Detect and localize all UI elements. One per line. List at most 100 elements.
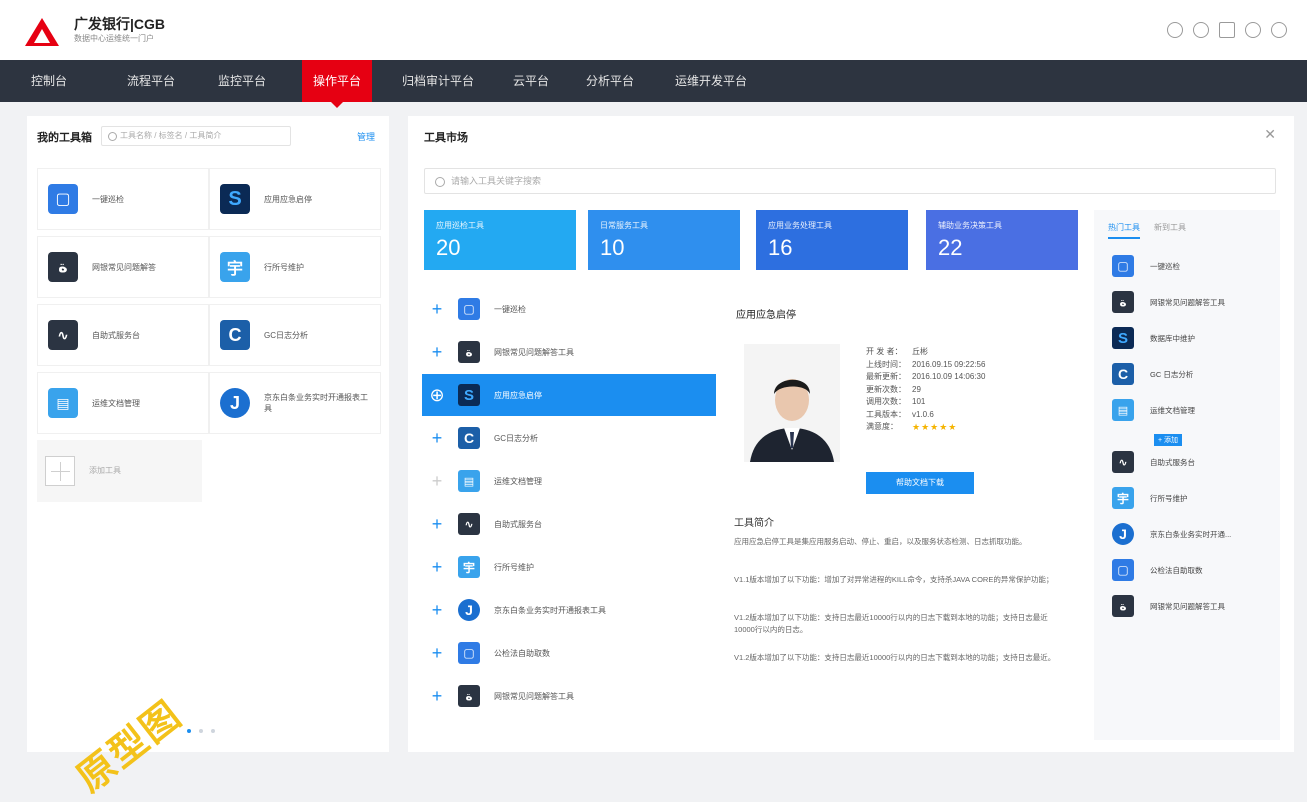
list-item-selected[interactable]: ⊕ S 应用应急启停: [422, 374, 716, 416]
add-icon[interactable]: +: [426, 299, 448, 320]
tool-card[interactable]: C GC日志分析: [209, 304, 381, 366]
detail-title: 应用应急启停: [736, 310, 796, 321]
tool-card[interactable]: ▤ 运维文档管理: [37, 372, 209, 434]
swirl-icon: ة: [48, 252, 78, 282]
user-icon[interactable]: [1271, 22, 1287, 38]
list-item[interactable]: + 宇 行所号维护: [422, 546, 716, 588]
c-logo-icon: C: [458, 427, 480, 449]
pagination-dots[interactable]: [187, 729, 215, 733]
meta-value: 2016.10.09 14:06:30: [912, 372, 986, 381]
add-tool-button[interactable]: 添加工具: [37, 440, 202, 502]
side-tool-item[interactable]: ▤ 运维文档管理: [1112, 396, 1272, 424]
add-icon[interactable]: +: [426, 600, 448, 621]
side-tool-item[interactable]: C GC 日志分析: [1112, 360, 1272, 388]
add-icon[interactable]: +: [426, 686, 448, 707]
add-icon[interactable]: +: [426, 428, 448, 449]
list-item[interactable]: + ▢ 一键巡检: [422, 288, 716, 330]
tool-card[interactable]: 宇 行所号维护: [209, 236, 381, 298]
side-tool-item[interactable]: ة 网银常见问题解答工具: [1112, 592, 1272, 620]
side-tool-label: 行所号维护: [1150, 493, 1188, 503]
list-item[interactable]: + C GC日志分析: [422, 417, 716, 459]
tool-label: 自助式服务台: [92, 330, 140, 340]
monitor-icon: ▢: [458, 642, 480, 664]
market-title: 工具市场: [424, 132, 468, 144]
side-tool-item[interactable]: ▢ 一键巡检: [1112, 252, 1272, 280]
toolbox-search-input[interactable]: 工具名称 / 标签名 / 工具简介: [101, 126, 291, 146]
side-tool-item[interactable]: ة 网银常见问题解答工具: [1112, 288, 1272, 316]
nav-item-cloud[interactable]: 云平台: [506, 60, 556, 102]
market-search-input[interactable]: 请输入工具关键字搜索: [424, 168, 1276, 194]
s-logo-icon: S: [1112, 327, 1134, 349]
rating-stars-icon: ★★★★★: [912, 422, 958, 432]
add-icon[interactable]: +: [426, 643, 448, 664]
close-icon[interactable]: ✕: [1264, 126, 1276, 143]
side-tool-label: 自助式服务台: [1150, 457, 1195, 467]
add-icon[interactable]: ⊕: [426, 385, 448, 406]
add-icon[interactable]: +: [426, 514, 448, 535]
stat-card[interactable]: 日常服务工具 10: [588, 210, 740, 270]
tool-card[interactable]: S 应用应急启停: [209, 168, 381, 230]
intro-paragraph: V1.1版本增加了以下功能：增加了对异常进程的KILL命令，支持杀JAVA CO…: [734, 575, 1054, 584]
pulse-icon: ∿: [458, 513, 480, 535]
tab-new[interactable]: 新到工具: [1154, 222, 1186, 239]
manage-link[interactable]: 管理: [357, 130, 375, 143]
tool-label: 应用应急启停: [264, 194, 312, 204]
list-item-label: 网银常见问题解答工具: [494, 347, 574, 357]
page-dot[interactable]: [199, 729, 203, 733]
stat-card[interactable]: 辅助业务决策工具 22: [926, 210, 1078, 270]
nav-item-operation[interactable]: 操作平台: [302, 60, 372, 108]
list-item-label: 一键巡检: [494, 304, 526, 314]
stat-value: 20: [436, 235, 461, 260]
nav-item-audit[interactable]: 归档审计平台: [398, 60, 478, 102]
nav-item-analysis[interactable]: 分析平台: [580, 60, 640, 102]
list-item[interactable]: + ▤ 运维文档管理: [422, 460, 716, 502]
download-doc-button[interactable]: 帮助文档下载: [866, 472, 974, 494]
tool-label: 网银常见问题解答: [92, 262, 156, 272]
nav-item-process[interactable]: 流程平台: [116, 60, 186, 102]
nav-item-devops[interactable]: 运维开发平台: [666, 60, 756, 102]
help-icon[interactable]: [1167, 22, 1183, 38]
document-icon: ▤: [48, 388, 78, 418]
add-icon[interactable]: +: [426, 557, 448, 578]
j-logo-icon: J: [1112, 523, 1134, 545]
list-item[interactable]: + ▢ 公检法自助取数: [422, 632, 716, 674]
stat-card[interactable]: 应用业务处理工具 16: [756, 210, 908, 270]
list-item[interactable]: + ة 网银常见问题解答工具: [422, 675, 716, 717]
monitor-icon: ▢: [1112, 559, 1134, 581]
brand-subtitle: 数据中心运维统一门户: [74, 34, 154, 43]
side-tool-item[interactable]: 宇 行所号维护: [1112, 484, 1272, 512]
side-tool-item[interactable]: ∿ 自助式服务台: [1112, 448, 1272, 476]
list-item[interactable]: + ة 网银常见问题解答工具: [422, 331, 716, 373]
meta-key: 上线时间：: [866, 359, 906, 369]
settings-icon[interactable]: [1193, 22, 1209, 38]
page-dot[interactable]: [211, 729, 215, 733]
side-tabs: 热门工具 新到工具: [1108, 222, 1186, 239]
add-icon[interactable]: +: [426, 342, 448, 363]
nav-item-console[interactable]: 控制台: [24, 60, 74, 102]
tool-label: 一键巡检: [92, 194, 124, 204]
tab-hot[interactable]: 热门工具: [1108, 222, 1140, 239]
side-tool-item[interactable]: ▢ 公检法自助取数: [1112, 556, 1272, 584]
page-dot[interactable]: [187, 729, 191, 733]
tool-card[interactable]: ∿ 自助式服务台: [37, 304, 209, 366]
list-item-label: 自助式服务台: [494, 519, 542, 529]
side-tool-item[interactable]: S 数据库中维护: [1112, 324, 1272, 352]
side-tool-item[interactable]: J 京东白条业务实时开通...: [1112, 520, 1272, 548]
nav-item-monitor[interactable]: 监控平台: [212, 60, 272, 102]
list-item[interactable]: + J 京东白条业务实时开通报表工具: [422, 589, 716, 631]
side-tool-label: 数据库中维护: [1150, 333, 1195, 343]
tool-card[interactable]: J 京东白条业务实时开通报表工具: [209, 372, 381, 434]
stat-value: 10: [600, 235, 625, 260]
add-icon[interactable]: +: [426, 471, 448, 492]
main-nav: 控制台 流程平台 监控平台 操作平台 归档审计平台 云平台 分析平台 运维开发平…: [0, 60, 1307, 108]
mail-icon[interactable]: [1219, 22, 1235, 38]
hot-tools-sidebar: 热门工具 新到工具 ▢ 一键巡检 ة 网银常见问题解答工具 S 数据库中维护 C GC …: [1094, 210, 1280, 740]
list-item[interactable]: + ∿ 自助式服务台: [422, 503, 716, 545]
tool-card[interactable]: ة 网银常见问题解答: [37, 236, 209, 298]
stat-value: 22: [938, 235, 963, 260]
add-badge-button[interactable]: + 添加: [1154, 434, 1183, 446]
stat-card[interactable]: 应用巡检工具 20: [424, 210, 576, 270]
tool-card[interactable]: ▢ 一键巡检: [37, 168, 209, 230]
search-icon[interactable]: [1245, 22, 1261, 38]
add-tool-label: 添加工具: [89, 466, 121, 475]
